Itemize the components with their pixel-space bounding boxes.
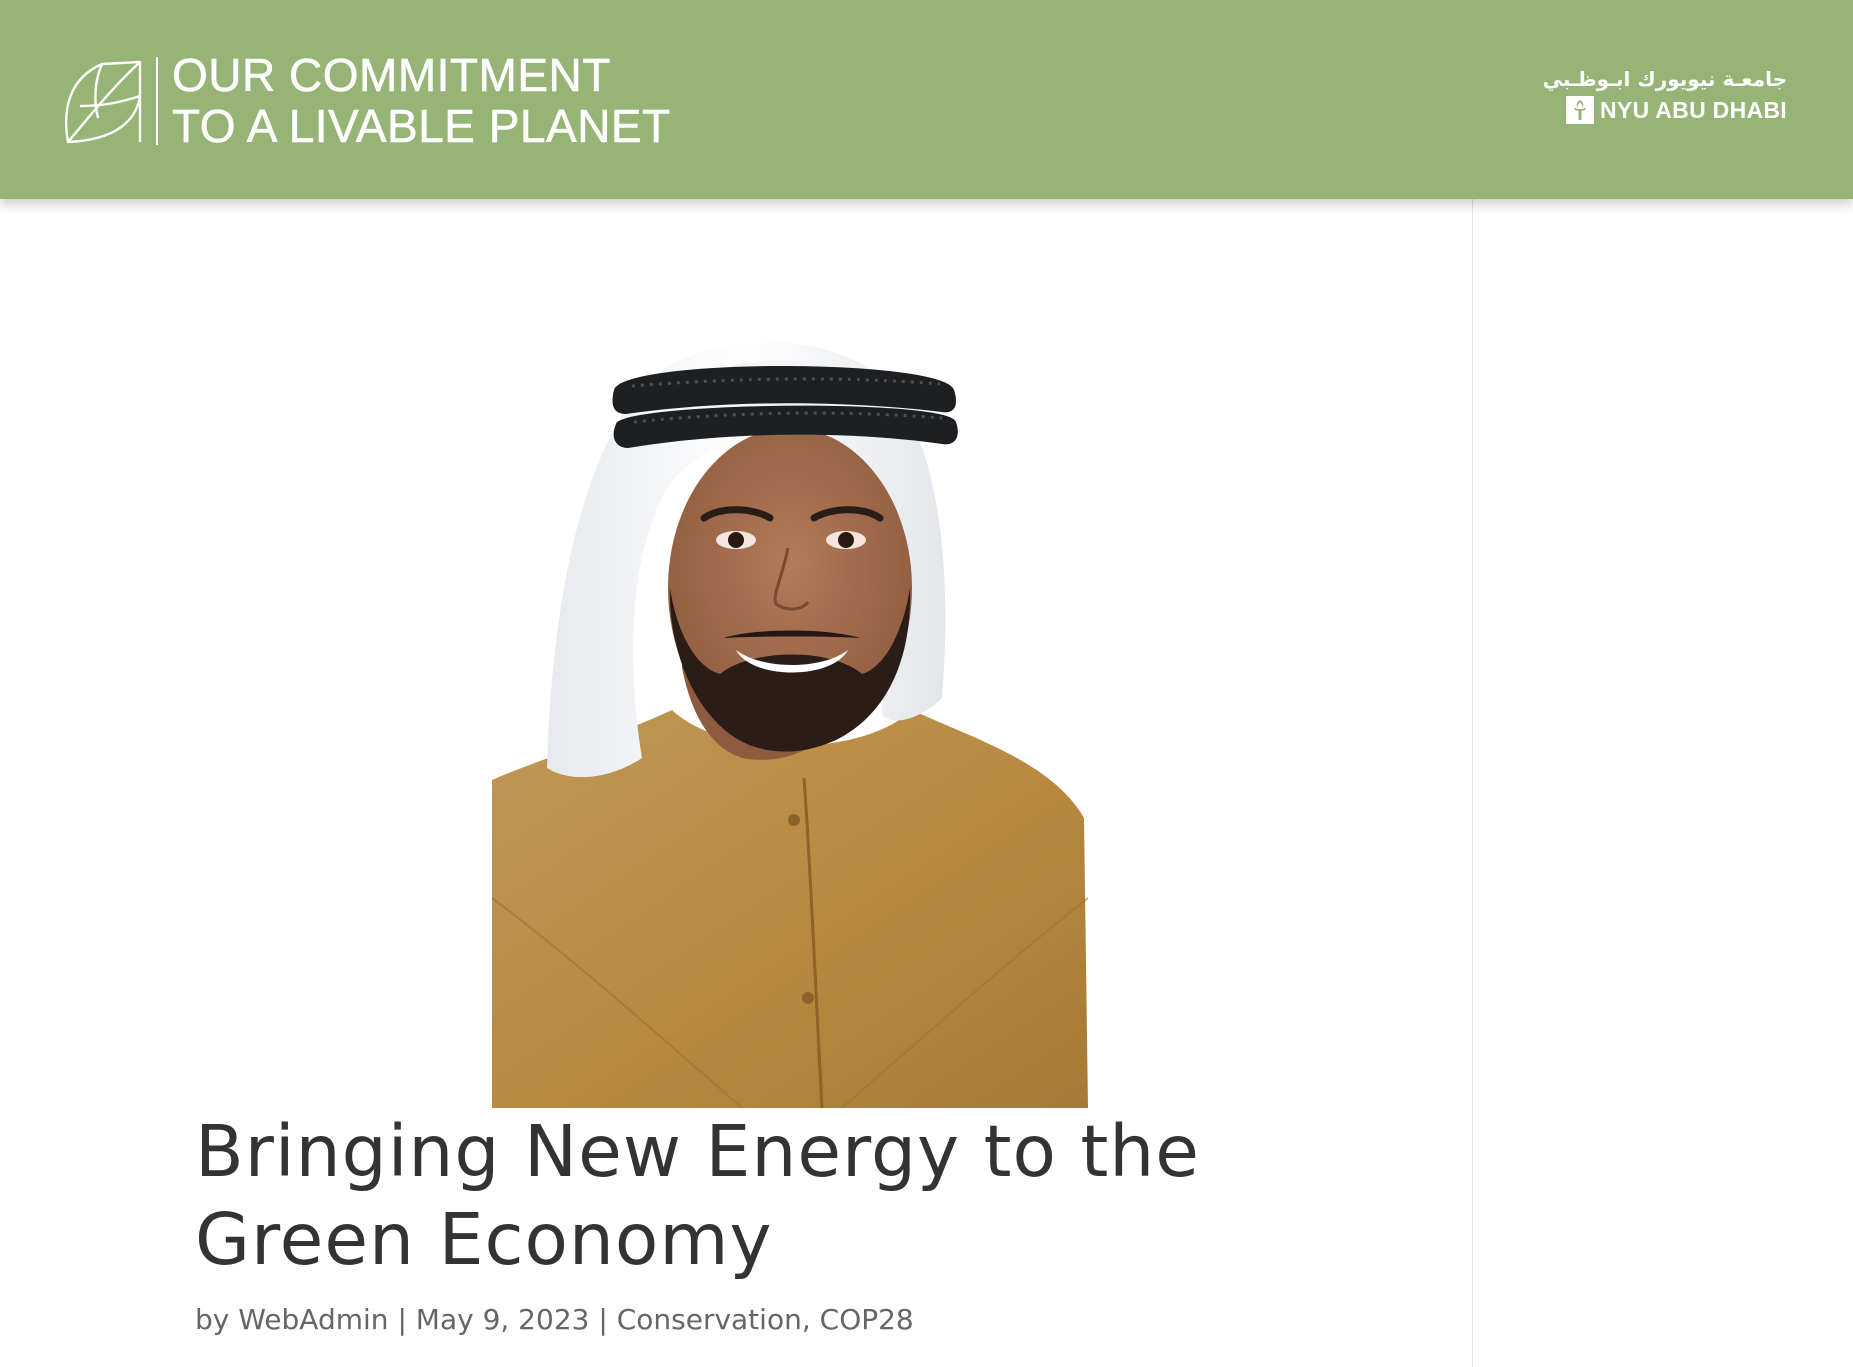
post-meta: by WebAdmin | May 9, 2023 | Conservation… — [195, 1302, 914, 1338]
post-title: Bringing New Energy to the Green Economy — [195, 1110, 1200, 1281]
post-meta-prefix: by — [195, 1303, 230, 1336]
leaf-icon — [60, 56, 144, 146]
nyu-name: NYU ABU DHABI — [1599, 97, 1787, 123]
category-link-cop28[interactable]: COP28 — [820, 1303, 914, 1336]
torch-icon — [1565, 96, 1594, 124]
meta-separator: | — [598, 1303, 608, 1336]
post-date: May 9, 2023 — [415, 1303, 590, 1336]
site-brand-link[interactable]: OUR COMMITMENT TO A LIVABLE PLANET — [60, 49, 671, 152]
site-title-line-1: OUR COMMITMENT — [172, 49, 611, 101]
site-header: OUR COMMITMENT TO A LIVABLE PLANET جامعـ… — [0, 0, 1853, 199]
brand-divider — [156, 57, 158, 145]
featured-image — [492, 338, 1088, 1108]
nyu-abu-dhabi-logo[interactable]: جامعـة نيويورك ابـوظـبي NYU ABU DHABI — [1543, 66, 1787, 124]
category-link-conservation[interactable]: Conservation — [617, 1303, 802, 1336]
site-title: OUR COMMITMENT TO A LIVABLE PLANET — [172, 49, 671, 152]
site-title-line-2: TO A LIVABLE PLANET — [172, 100, 671, 152]
meta-separator: | — [397, 1303, 407, 1336]
nyu-arabic-name: جامعـة نيويورك ابـوظـبي — [1542, 67, 1787, 91]
category-separator: , — [801, 1303, 811, 1336]
author-link[interactable]: WebAdmin — [238, 1303, 388, 1336]
sidebar-divider — [1472, 199, 1473, 1367]
